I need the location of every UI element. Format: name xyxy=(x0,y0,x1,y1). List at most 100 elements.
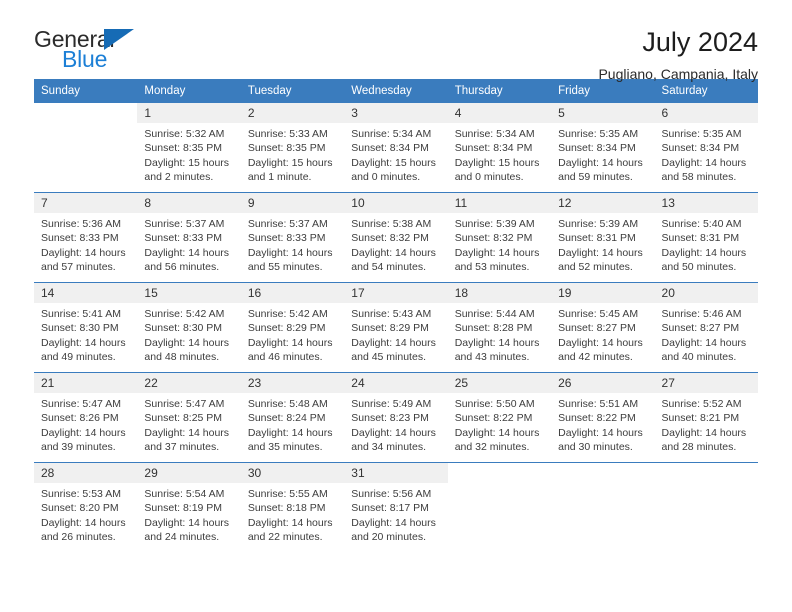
day-cell[interactable]: 25 Sunrise: 5:50 AM Sunset: 8:22 PM Dayligh… xyxy=(447,373,552,462)
day-details: Sunrise: 5:32 AM Sunset: 8:35 PM Daylight:… xyxy=(137,123,240,185)
day-cell[interactable]: 29 Sunrise: 5:54 AM Sunset: 8:19 PM Dayligh… xyxy=(137,463,241,552)
day-detail-line: Daylight: 14 hours xyxy=(351,516,436,529)
day-number: 6 xyxy=(654,103,758,123)
day-detail-line: Sunrise: 5:38 AM xyxy=(351,218,432,230)
day-cell[interactable]: 7 Sunrise: 5:36 AM Sunset: 8:33 PM Daylight… xyxy=(34,193,138,282)
day-cell[interactable]: 6 Sunrise: 5:35 AM Sunset: 8:34 PM Daylight… xyxy=(654,103,758,192)
page-title: July 2024 xyxy=(642,27,758,57)
day-detail-line: Daylight: 14 hours xyxy=(247,246,333,259)
day-detail-line: Sunrise: 5:39 AM xyxy=(558,218,639,230)
day-detail-line: Sunset: 8:29 PM xyxy=(247,322,326,335)
day-number: 10 xyxy=(344,193,448,213)
day-detail-line: Sunset: 8:34 PM xyxy=(454,142,533,155)
day-detail-line: Sunset: 8:35 PM xyxy=(144,142,223,155)
day-cell[interactable]: 2 Sunrise: 5:33 AM Sunset: 8:35 PM Daylight… xyxy=(240,103,345,192)
day-cell[interactable]: 3 Sunrise: 5:34 AM Sunset: 8:34 PM Daylight… xyxy=(344,103,448,192)
day-number: 2 xyxy=(240,103,345,123)
day-cell[interactable]: 10 Sunrise: 5:38 AM Sunset: 8:32 PM Dayligh… xyxy=(344,193,448,282)
day-cell[interactable]: 23 Sunrise: 5:48 AM Sunset: 8:24 PM Dayligh… xyxy=(240,373,345,462)
day-cell[interactable]: 21 Sunrise: 5:47 AM Sunset: 8:26 PM Dayligh… xyxy=(34,373,138,462)
day-detail-line: Sunrise: 5:46 AM xyxy=(661,308,742,320)
day-details: Sunrise: 5:39 AM Sunset: 8:32 PM Daylight:… xyxy=(448,213,551,275)
day-cell[interactable]: 27 Sunrise: 5:52 AM Sunset: 8:21 PM Dayligh… xyxy=(654,373,758,462)
day-detail-line: Sunrise: 5:35 AM xyxy=(558,128,639,140)
day-details: Sunrise: 5:51 AM Sunset: 8:22 PM Daylight:… xyxy=(551,393,654,455)
day-detail-line: and 48 minutes. xyxy=(144,351,220,364)
day-detail-line: Sunrise: 5:48 AM xyxy=(247,398,328,410)
brand-logo[interactable]: General Blue xyxy=(34,26,154,72)
day-detail-line: Daylight: 14 hours xyxy=(41,516,126,529)
day-detail-line: Sunset: 8:22 PM xyxy=(558,412,636,425)
day-number: 28 xyxy=(34,463,138,483)
day-cell[interactable]: 16 Sunrise: 5:42 AM Sunset: 8:29 PM Dayligh… xyxy=(240,283,345,372)
day-detail-line: Sunrise: 5:51 AM xyxy=(558,398,639,410)
day-cell-empty xyxy=(551,463,654,552)
day-cell[interactable]: 8 Sunrise: 5:37 AM Sunset: 8:33 PM Daylight… xyxy=(137,193,241,282)
day-detail-line: Daylight: 15 hours xyxy=(454,156,540,169)
day-number xyxy=(34,103,137,123)
day-detail-line: Daylight: 14 hours xyxy=(144,516,230,529)
day-cell[interactable]: 17 Sunrise: 5:43 AM Sunset: 8:29 PM Dayligh… xyxy=(344,283,448,372)
day-detail-line: Daylight: 14 hours xyxy=(351,246,436,259)
day-number: 9 xyxy=(240,193,345,213)
weekday-header-thursday: Thursday xyxy=(447,79,552,103)
day-detail-line: Daylight: 14 hours xyxy=(351,426,436,439)
day-number: 5 xyxy=(551,103,655,123)
day-detail-line: Daylight: 14 hours xyxy=(41,426,126,439)
day-details: Sunrise: 5:50 AM Sunset: 8:22 PM Daylight:… xyxy=(448,393,551,455)
day-number xyxy=(655,463,758,483)
day-details: Sunrise: 5:43 AM Sunset: 8:29 PM Daylight:… xyxy=(344,303,447,365)
day-cell[interactable]: 18 Sunrise: 5:44 AM Sunset: 8:28 PM Dayligh… xyxy=(447,283,552,372)
day-details: Sunrise: 5:56 AM Sunset: 8:17 PM Daylight:… xyxy=(344,483,447,545)
weekday-header-sunday: Sunday xyxy=(34,79,138,103)
day-cell[interactable]: 20 Sunrise: 5:46 AM Sunset: 8:27 PM Dayligh… xyxy=(654,283,758,372)
day-details: Sunrise: 5:35 AM Sunset: 8:34 PM Daylight:… xyxy=(655,123,758,185)
day-cell[interactable]: 5 Sunrise: 5:35 AM Sunset: 8:34 PM Daylight… xyxy=(551,103,655,192)
day-detail-line: Sunrise: 5:54 AM xyxy=(144,488,225,500)
day-detail-line: Daylight: 14 hours xyxy=(661,426,747,439)
day-cell[interactable]: 13 Sunrise: 5:40 AM Sunset: 8:31 PM Dayligh… xyxy=(654,193,758,282)
day-detail-line: Sunrise: 5:42 AM xyxy=(144,308,225,320)
day-cell[interactable]: 30 Sunrise: 5:55 AM Sunset: 8:18 PM Dayligh… xyxy=(240,463,345,552)
day-detail-line: Daylight: 14 hours xyxy=(558,336,643,349)
day-cell[interactable]: 28 Sunrise: 5:53 AM Sunset: 8:20 PM Dayligh… xyxy=(34,463,138,552)
day-detail-line: Sunset: 8:31 PM xyxy=(661,232,740,245)
day-detail-line: Sunrise: 5:56 AM xyxy=(351,488,432,500)
day-cell[interactable]: 11 Sunrise: 5:39 AM Sunset: 8:32 PM Dayligh… xyxy=(447,193,552,282)
day-detail-line: and 35 minutes. xyxy=(247,441,323,454)
day-detail-line: and 1 minute. xyxy=(247,171,312,184)
day-detail-line: and 58 minutes. xyxy=(661,171,737,184)
day-details: Sunrise: 5:40 AM Sunset: 8:31 PM Daylight:… xyxy=(655,213,758,275)
day-number: 26 xyxy=(551,373,655,393)
day-cell[interactable]: 26 Sunrise: 5:51 AM Sunset: 8:22 PM Dayligh… xyxy=(551,373,655,462)
day-details: Sunrise: 5:52 AM Sunset: 8:21 PM Daylight:… xyxy=(655,393,758,455)
day-details: Sunrise: 5:48 AM Sunset: 8:24 PM Daylight:… xyxy=(241,393,344,455)
day-detail-line: Daylight: 14 hours xyxy=(247,516,333,529)
day-cell[interactable]: 31 Sunrise: 5:56 AM Sunset: 8:17 PM Dayligh… xyxy=(344,463,448,552)
day-detail-line: Sunset: 8:24 PM xyxy=(247,412,326,425)
day-detail-line: and 53 minutes. xyxy=(454,261,530,274)
day-cell[interactable]: 24 Sunrise: 5:49 AM Sunset: 8:23 PM Dayligh… xyxy=(344,373,448,462)
day-detail-line: Sunset: 8:21 PM xyxy=(661,412,740,425)
day-details: Sunrise: 5:49 AM Sunset: 8:23 PM Daylight:… xyxy=(344,393,447,455)
day-cell[interactable]: 4 Sunrise: 5:34 AM Sunset: 8:34 PM Daylight… xyxy=(447,103,552,192)
day-detail-line: Sunrise: 5:39 AM xyxy=(454,218,535,230)
day-detail-line: and 57 minutes. xyxy=(41,261,116,274)
weekday-header-wednesday: Wednesday xyxy=(344,79,448,103)
day-detail-line: Sunrise: 5:36 AM xyxy=(41,218,121,230)
day-number: 1 xyxy=(137,103,241,123)
day-cell[interactable]: 15 Sunrise: 5:42 AM Sunset: 8:30 PM Dayligh… xyxy=(137,283,241,372)
day-cell[interactable]: 14 Sunrise: 5:41 AM Sunset: 8:30 PM Dayligh… xyxy=(34,283,138,372)
day-cell[interactable]: 19 Sunrise: 5:45 AM Sunset: 8:27 PM Dayligh… xyxy=(551,283,655,372)
day-detail-line: Daylight: 14 hours xyxy=(454,246,540,259)
title-block: July 2024 Pugliano, Campania, Italy xyxy=(598,26,758,84)
calendar-week-row: 7 Sunrise: 5:36 AM Sunset: 8:33 PM Daylight… xyxy=(34,192,758,283)
day-cell[interactable]: 1 Sunrise: 5:32 AM Sunset: 8:35 PM Daylight… xyxy=(137,103,241,192)
day-cell[interactable]: 9 Sunrise: 5:37 AM Sunset: 8:33 PM Daylight… xyxy=(240,193,345,282)
day-cell[interactable]: 12 Sunrise: 5:39 AM Sunset: 8:31 PM Dayligh… xyxy=(551,193,655,282)
day-detail-line: Sunrise: 5:37 AM xyxy=(144,218,225,230)
day-details: Sunrise: 5:41 AM Sunset: 8:30 PM Daylight:… xyxy=(34,303,137,365)
day-details: Sunrise: 5:45 AM Sunset: 8:27 PM Daylight:… xyxy=(551,303,654,365)
day-cell[interactable]: 22 Sunrise: 5:47 AM Sunset: 8:25 PM Dayligh… xyxy=(137,373,241,462)
day-detail-line: Sunrise: 5:49 AM xyxy=(351,398,432,410)
